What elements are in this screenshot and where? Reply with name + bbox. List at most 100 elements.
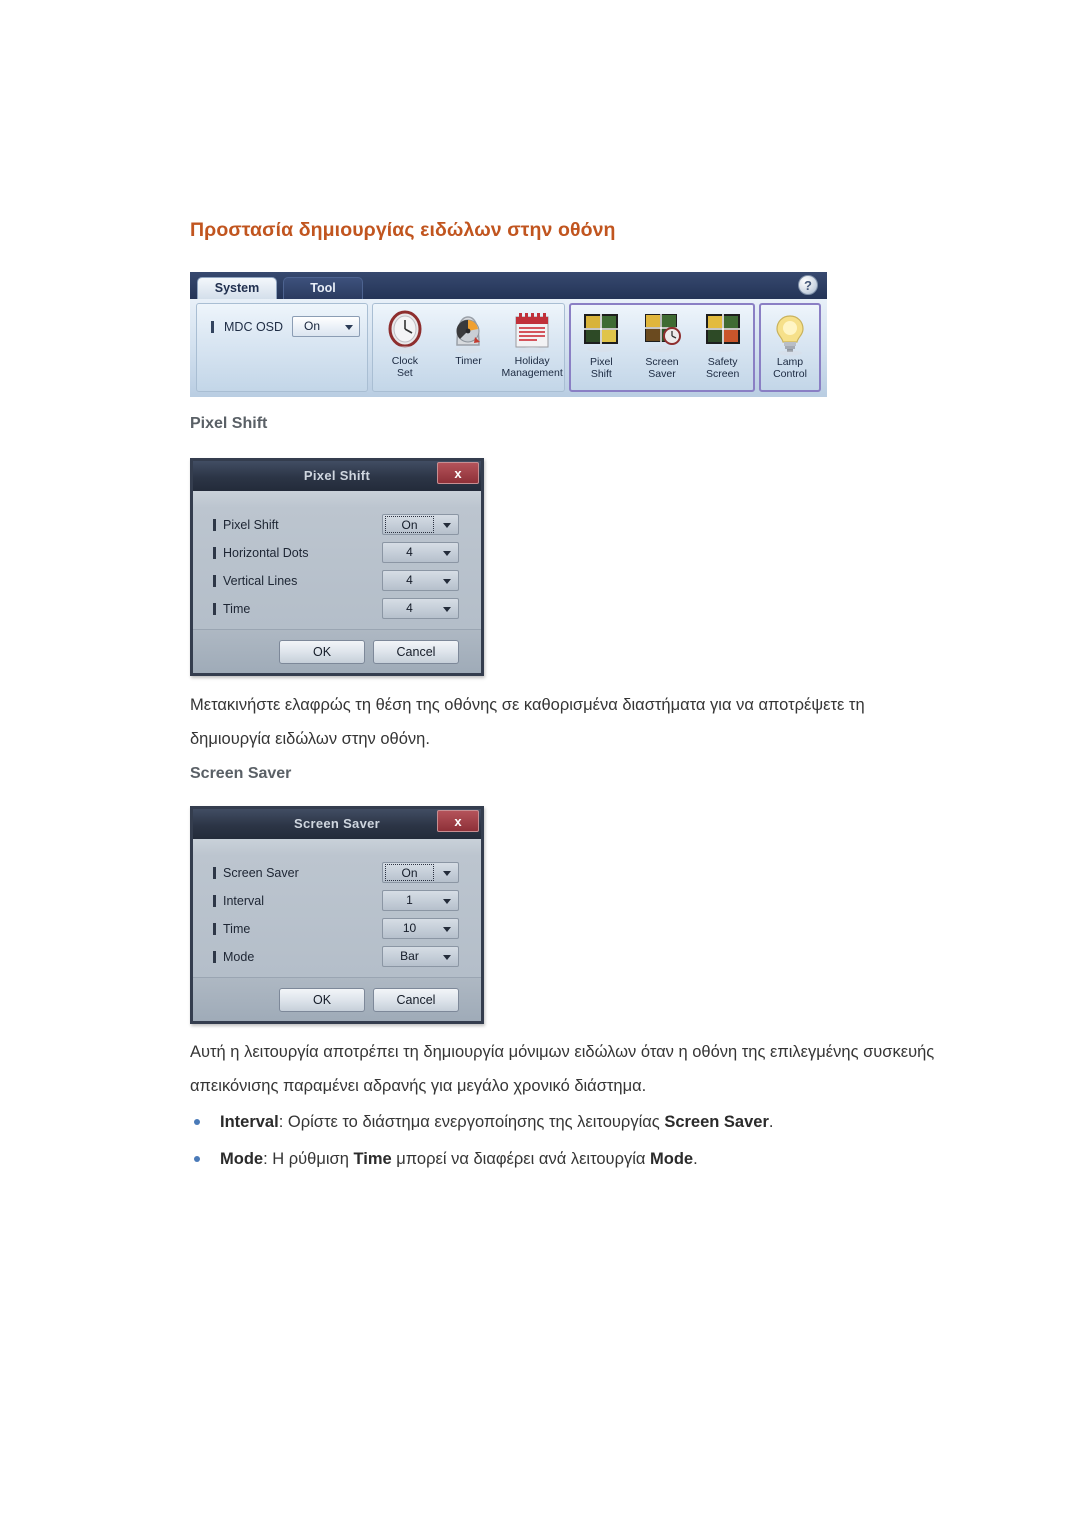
toolbar-button-screen-saver[interactable]: Screen Saver xyxy=(632,309,693,380)
bullet-list: Interval: Ορίστε το διάστημα ενεργοποίησ… xyxy=(190,1110,950,1184)
select-mode[interactable]: Bar xyxy=(382,946,459,967)
timer-icon xyxy=(437,308,499,356)
mdc-osd-select[interactable]: On xyxy=(292,316,361,337)
toolbar-group-time: Clock Set Timer Holiday Management xyxy=(372,303,565,392)
bullet-text: Mode: Η ρύθμιση Time μπορεί να διαφέρει … xyxy=(220,1150,698,1168)
toolbar-group-screen: Pixel Shift Screen Saver Safety Screen xyxy=(569,303,755,392)
chevron-down-icon xyxy=(443,927,451,932)
row-label: Time xyxy=(223,601,251,616)
toolbar-button-holiday-management[interactable]: Holiday Management xyxy=(501,308,563,379)
toolbar-titlebar: System Tool ? xyxy=(190,272,827,299)
help-icon[interactable]: ? xyxy=(798,275,818,295)
dialog-titlebar: Screen Saver x xyxy=(193,809,481,839)
select-value: On xyxy=(385,864,434,881)
toolbar-button-timer[interactable]: Timer xyxy=(437,308,499,368)
close-icon[interactable]: x xyxy=(437,810,479,832)
row-label: Mode xyxy=(223,949,255,964)
select-value: 4 xyxy=(406,573,413,587)
chevron-down-icon xyxy=(443,523,451,528)
cancel-button[interactable]: Cancel xyxy=(373,987,459,1012)
toolbar-group-lamp: Lamp Control xyxy=(759,303,821,392)
bullet-dot-icon xyxy=(194,1156,200,1162)
safety-screen-icon xyxy=(692,309,753,357)
mdc-osd-row: MDC OSD On xyxy=(211,316,361,337)
chevron-down-icon xyxy=(345,325,354,330)
row-label: Horizontal Dots xyxy=(223,545,309,560)
select-value: On xyxy=(385,516,434,533)
ok-button[interactable]: OK xyxy=(279,639,365,664)
icon-label-line2: Set xyxy=(396,366,413,379)
select-interval[interactable]: 1 xyxy=(382,890,459,911)
select-value: 1 xyxy=(406,893,413,907)
chevron-down-icon xyxy=(443,899,451,904)
mdc-toolbar-screenshot: System Tool ? MDC OSD On Clock Set Timer… xyxy=(190,272,827,397)
chevron-down-icon xyxy=(443,551,451,556)
icon-row-lamp: Lamp Control xyxy=(761,309,819,380)
cancel-button[interactable]: Cancel xyxy=(373,639,459,664)
bullet-dot-icon xyxy=(194,1119,200,1125)
mdc-osd-value: On xyxy=(304,319,321,333)
icon-label-line1: Safety xyxy=(707,356,738,368)
toolbar-button-clock-set[interactable]: Clock Set xyxy=(374,308,436,379)
dialog-row-time: Time 10 xyxy=(193,915,481,942)
select-value: 10 xyxy=(402,921,417,935)
row-label: Interval xyxy=(223,893,264,908)
page-title: Προστασία δημιουργίας ειδώλων στην οθόνη xyxy=(190,219,616,241)
bullet-bar-icon xyxy=(213,866,216,879)
select-value: 4 xyxy=(406,545,413,559)
dialog-row-screen-saver: Screen Saver On xyxy=(193,859,481,886)
holiday-management-icon xyxy=(501,308,563,356)
toolbar-body: MDC OSD On Clock Set Timer Holiday Manag… xyxy=(190,299,827,397)
bullet-bar-icon xyxy=(213,922,216,935)
heading-pixel-shift: Pixel Shift xyxy=(190,415,268,432)
dialog-body: Screen Saver On Interval 1 Time 10 Mode … xyxy=(193,839,481,977)
bullet-bar-icon xyxy=(213,602,216,615)
close-icon[interactable]: x xyxy=(437,462,479,484)
screen-saver-dialog: Screen Saver x Screen Saver On Interval … xyxy=(190,806,484,1024)
select-screen-saver[interactable]: On xyxy=(382,862,459,883)
clock-set-icon xyxy=(374,308,436,356)
icon-row-screen: Pixel Shift Screen Saver Safety Screen xyxy=(571,309,753,380)
dialog-row-pixel-shift: Pixel Shift On xyxy=(193,511,481,538)
document-page: Προστασία δημιουργίας ειδώλων στην οθόνη… xyxy=(0,0,1080,1527)
icon-label-line1: Timer xyxy=(455,355,482,367)
select-pixel-shift[interactable]: On xyxy=(382,514,459,535)
chevron-down-icon xyxy=(443,607,451,612)
toolbar-button-lamp-control[interactable]: Lamp Control xyxy=(761,309,819,380)
tab-system[interactable]: System xyxy=(197,277,277,299)
list-item: Interval: Ορίστε το διάστημα ενεργοποίησ… xyxy=(190,1110,950,1135)
dialog-row-vertical-lines: Vertical Lines 4 xyxy=(193,567,481,594)
row-label: Vertical Lines xyxy=(223,573,298,588)
icon-row-time: Clock Set Timer Holiday Management xyxy=(373,308,564,379)
bullet-bar-icon xyxy=(213,518,216,531)
select-time[interactable]: 4 xyxy=(382,598,459,619)
chevron-down-icon xyxy=(443,955,451,960)
icon-label-line2: Shift xyxy=(590,367,612,380)
icon-label-line1: Holiday xyxy=(514,355,550,367)
bullet-text: Interval: Ορίστε το διάστημα ενεργοποίησ… xyxy=(220,1113,774,1131)
icon-label-line2: Control xyxy=(773,367,807,380)
icon-label-line2: Saver xyxy=(648,367,676,380)
select-value: Bar xyxy=(400,949,419,963)
list-item: Mode: Η ρύθμιση Time μπορεί να διαφέρει … xyxy=(190,1147,950,1172)
row-label: Time xyxy=(223,921,251,936)
row-label: Pixel Shift xyxy=(223,517,279,532)
heading-screen-saver: Screen Saver xyxy=(190,765,292,782)
dialog-footer: OK Cancel xyxy=(193,977,481,1021)
toolbar-button-pixel-shift[interactable]: Pixel Shift xyxy=(571,309,632,380)
select-time[interactable]: 10 xyxy=(382,918,459,939)
select-value: 4 xyxy=(406,601,413,615)
paragraph-pixel-shift: Μετακινήστε ελαφρώς τη θέση της οθόνης σ… xyxy=(190,696,865,748)
tab-tool[interactable]: Tool xyxy=(283,277,363,299)
chevron-down-icon xyxy=(443,579,451,584)
select-vertical-lines[interactable]: 4 xyxy=(382,570,459,591)
toolbar-button-safety-screen[interactable]: Safety Screen xyxy=(692,309,753,380)
ok-button[interactable]: OK xyxy=(279,987,365,1012)
pixel-shift-dialog: Pixel Shift x Pixel Shift On Horizontal … xyxy=(190,458,484,676)
screen-saver-icon xyxy=(632,309,693,357)
icon-label-line1: Clock xyxy=(391,355,418,367)
select-horizontal-dots[interactable]: 4 xyxy=(382,542,459,563)
icon-label-line1: Lamp xyxy=(776,356,804,368)
bullet-bar-icon xyxy=(213,950,216,963)
icon-label-line2: Management xyxy=(501,366,563,379)
